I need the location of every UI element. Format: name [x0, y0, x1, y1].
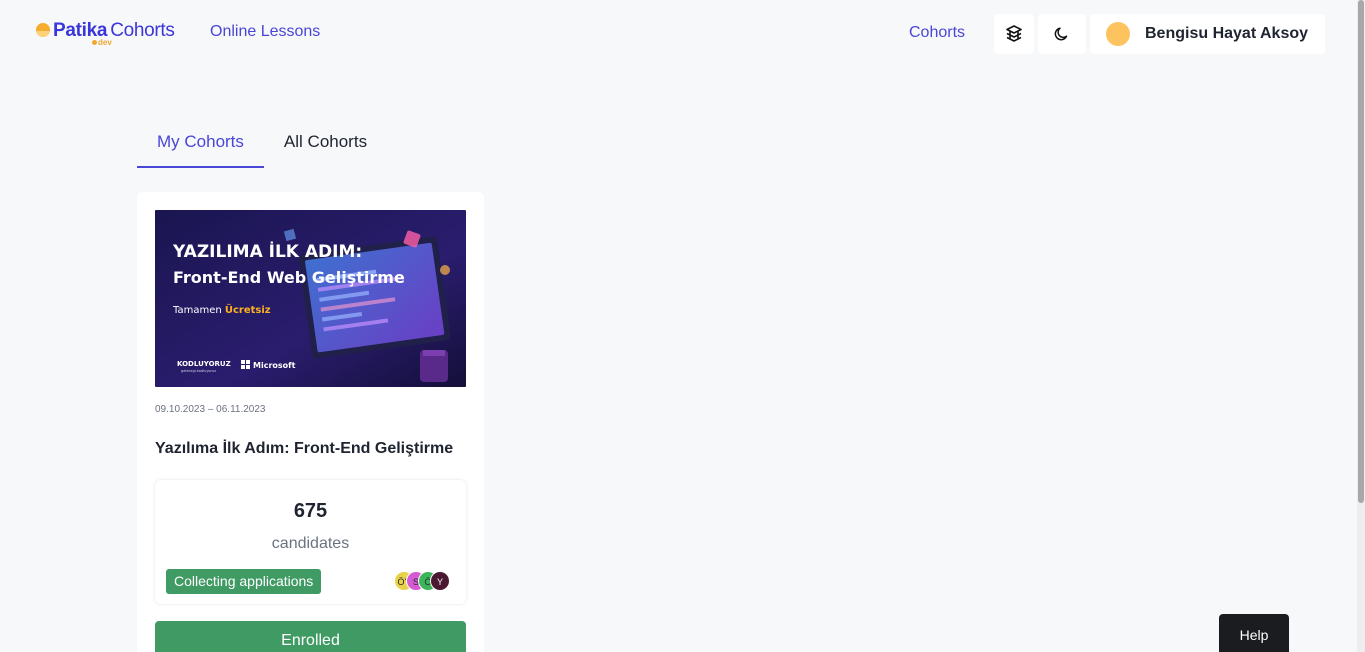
nav-online-lessons[interactable]: Online Lessons [210, 23, 320, 41]
nav-cohorts[interactable]: Cohorts [909, 24, 965, 42]
logo-cohorts-text: Cohorts [110, 20, 175, 41]
patika-cohorts-logo[interactable]: Patika Cohorts dev [36, 20, 175, 50]
theme-toggle-button[interactable] [1038, 14, 1086, 54]
logo-dev-text: dev [92, 38, 112, 47]
top-header: Patika Cohorts dev Online Lessons Cohort… [0, 0, 1357, 68]
user-name: Bengisu Hayat Aksoy [1145, 25, 1309, 42]
layers-button[interactable] [994, 14, 1034, 54]
user-avatar [1106, 22, 1130, 46]
cohort-stats: 675 candidates Collecting applications Ö… [155, 480, 466, 604]
cohort-banner-image[interactable]: YAZILIMA İLK ADIM: Front-End Web Gelişti… [155, 210, 466, 387]
participant-avatar: Y [430, 571, 450, 591]
banner-title-line1: YAZILIMA İLK ADIM: [172, 240, 362, 262]
help-button[interactable]: Help [1219, 614, 1289, 652]
stack-layers-icon [1006, 25, 1022, 42]
banner-subtitle-highlight: Ücretsiz [225, 302, 271, 316]
banner-subtitle: Tamamen Ücretsiz [172, 302, 271, 316]
tab-my-cohorts[interactable]: My Cohorts [137, 118, 264, 168]
page-scrollbar[interactable] [1357, 0, 1365, 652]
banner-title-line2: Front-End Web Geliştirme [173, 268, 405, 287]
moon-icon [1054, 27, 1068, 41]
banner-brand-kodluyoruz-sub: gelecegi.kodluyoruz [181, 369, 216, 373]
cohort-dates: 09.10.2023 – 06.11.2023 [155, 404, 266, 415]
cohort-tabs: My Cohorts All Cohorts [137, 118, 387, 168]
candidates-count: 675 [293, 500, 328, 522]
banner-graphic: YAZILIMA İLK ADIM: Front-End Web Gelişti… [155, 210, 466, 387]
banner-subtitle-prefix: Tamamen [172, 305, 225, 316]
cohort-card: YAZILIMA İLK ADIM: Front-End Web Gelişti… [137, 192, 484, 652]
banner-brand-microsoft: Microsoft [253, 361, 296, 370]
cohort-title[interactable]: Yazılıma İlk Adım: Front-End Geliştirme [155, 440, 453, 458]
user-menu-button[interactable]: Bengisu Hayat Aksoy [1090, 14, 1325, 54]
status-badge: Collecting applications [166, 569, 322, 594]
scrollbar-thumb[interactable] [1358, 0, 1364, 503]
enrolled-button[interactable]: Enrolled [155, 621, 466, 652]
logo-mark-icon [36, 23, 50, 37]
participant-avatars: ÖY S Ö Y [394, 571, 454, 591]
candidates-label: candidates [271, 535, 350, 552]
banner-brand-kodluyoruz: KODLUYORUZ [177, 360, 231, 368]
tab-all-cohorts[interactable]: All Cohorts [264, 118, 387, 168]
